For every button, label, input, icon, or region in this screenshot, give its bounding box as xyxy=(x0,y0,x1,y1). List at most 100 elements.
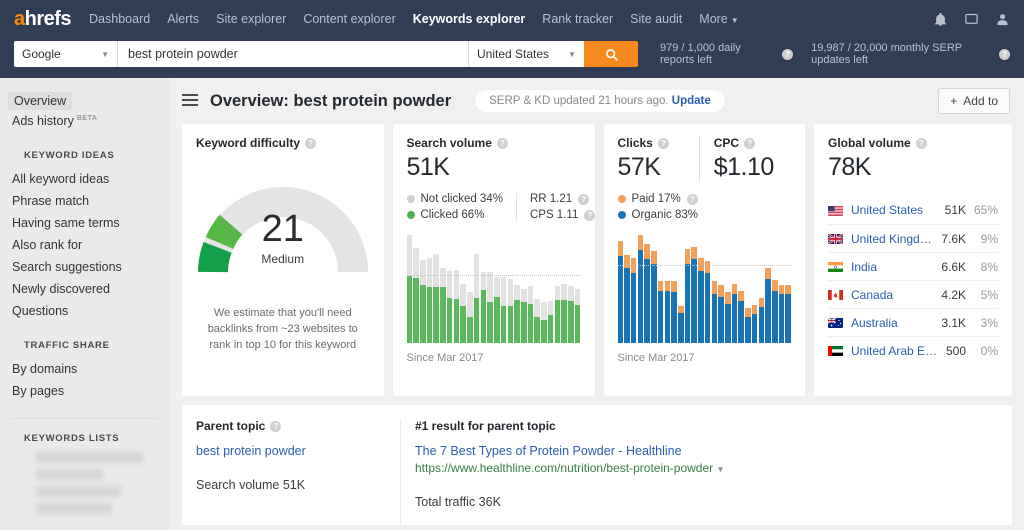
search-engine-select[interactable]: Google ▼ xyxy=(14,41,118,67)
search-volume-legend: Not clicked 34%Clicked 66% RR 1.21?CPS 1… xyxy=(407,193,581,221)
bar-segment-organic xyxy=(651,264,657,343)
help-icon[interactable]: ? xyxy=(658,138,669,149)
country-name[interactable]: Canada xyxy=(851,288,935,302)
add-to-button[interactable]: + Add to xyxy=(938,88,1010,114)
chart-bar xyxy=(624,255,630,343)
help-icon[interactable]: ? xyxy=(999,49,1010,60)
sidebar-item-ads-history[interactable]: Ads historyBETA xyxy=(0,110,170,132)
sidebar-item-overview[interactable]: Overview xyxy=(8,92,72,110)
serp-update-link[interactable]: Update xyxy=(672,95,711,107)
bar-segment-not clicked xyxy=(528,286,534,304)
help-icon[interactable]: ? xyxy=(497,138,508,149)
bar-segment-not clicked xyxy=(413,248,419,278)
sidebar-item-search-suggestions[interactable]: Search suggestions xyxy=(0,256,170,278)
help-icon[interactable]: ? xyxy=(916,138,927,149)
chart-bar xyxy=(521,289,527,343)
country-name[interactable]: India xyxy=(851,260,935,274)
nav-link-content-explorer[interactable]: Content explorer xyxy=(303,12,395,26)
help-icon[interactable]: ? xyxy=(270,421,281,432)
help-icon[interactable]: ? xyxy=(305,138,316,149)
parent-topic-link[interactable]: best protein powder xyxy=(196,444,386,458)
bar-segment-paid xyxy=(765,268,771,280)
country-volume: 7.6K xyxy=(941,232,966,246)
chat-icon[interactable] xyxy=(964,12,979,27)
bar-segment-organic xyxy=(678,313,684,343)
bar-segment-clicked xyxy=(575,305,581,343)
user-icon[interactable] xyxy=(995,12,1010,27)
country-select[interactable]: United States ▼ xyxy=(468,41,584,67)
keyword-difficulty-card: Keyword difficulty ? 21 Medium We estima… xyxy=(182,124,384,396)
country-row[interactable]: Australia3.1K3% xyxy=(828,308,998,336)
keyword-input[interactable] xyxy=(118,41,468,67)
bar-segment-not clicked xyxy=(407,235,413,276)
nav-link-more[interactable]: More▼ xyxy=(699,12,738,26)
sv-title-text: Search volume xyxy=(407,136,492,150)
nav-link-keywords-explorer[interactable]: Keywords explorer xyxy=(413,12,526,26)
country-row[interactable]: United Kingdom 7.6K9% xyxy=(828,224,998,252)
logo-a-letter: a xyxy=(14,8,25,30)
top-result-url[interactable]: https://www.healthline.com/nutrition/bes… xyxy=(415,461,998,475)
search-button[interactable] xyxy=(584,41,638,67)
help-icon[interactable]: ? xyxy=(584,210,595,221)
cpc-title: CPC ? xyxy=(714,136,791,150)
bar-segment-clicked xyxy=(427,287,433,343)
chart-bar xyxy=(732,284,738,343)
country-row[interactable]: Canada4.2K5% xyxy=(828,280,998,308)
chart-bar xyxy=(454,270,460,343)
sidebar-item-by-pages[interactable]: By pages xyxy=(0,380,170,402)
country-row[interactable]: United States 51K65% xyxy=(828,196,998,224)
sv-reference-line xyxy=(407,275,581,276)
help-icon[interactable]: ? xyxy=(578,194,589,205)
bell-icon[interactable] xyxy=(933,12,948,27)
country-percent: 65% xyxy=(966,203,998,217)
global-volume-card: Global volume ? 78K United States51K65%U… xyxy=(814,124,1012,396)
chart-bar xyxy=(718,285,724,343)
nav-link-site-audit[interactable]: Site audit xyxy=(630,12,682,26)
nav-link-site-explorer[interactable]: Site explorer xyxy=(216,12,286,26)
help-icon[interactable]: ? xyxy=(687,194,698,205)
country-name[interactable]: United Arab Em… xyxy=(851,344,940,358)
country-name[interactable]: United Kingdom xyxy=(851,232,935,246)
chart-bar xyxy=(745,308,751,343)
chart-bar xyxy=(691,247,697,343)
legend-dot-icon xyxy=(618,211,626,219)
bar-segment-clicked xyxy=(555,300,561,343)
help-icon[interactable]: ? xyxy=(744,138,755,149)
sidebar-item-having-same-terms[interactable]: Having same terms xyxy=(0,212,170,234)
sidebar-item-questions[interactable]: Questions xyxy=(0,300,170,322)
cpc-col: CPC ? $1.10 xyxy=(699,136,791,182)
nav-link-alerts[interactable]: Alerts xyxy=(167,12,199,26)
country-volume: 6.6K xyxy=(941,260,966,274)
country-name[interactable]: United States xyxy=(851,203,939,217)
country-row[interactable]: India6.6K8% xyxy=(828,252,998,280)
country-volume: 51K xyxy=(945,203,966,217)
sidebar-item-newly-discovered[interactable]: Newly discovered xyxy=(0,278,170,300)
ahrefs-logo[interactable]: ahrefs xyxy=(14,8,71,31)
bar-segment-organic xyxy=(759,307,765,343)
country-row[interactable]: United Arab Em…5000% xyxy=(828,336,998,364)
bar-segment-paid xyxy=(759,298,765,307)
top-result-link[interactable]: The 7 Best Types of Protein Powder - Hea… xyxy=(415,444,998,458)
nav-links: Dashboard Alerts Site explorer Content expl… xyxy=(89,12,933,26)
top-result-traffic: Total traffic 36K xyxy=(415,495,998,509)
menu-toggle-icon[interactable] xyxy=(182,94,198,109)
country-percent: 9% xyxy=(966,232,998,246)
help-icon[interactable]: ? xyxy=(782,49,793,60)
country-name[interactable]: Australia xyxy=(851,316,935,330)
chart-bar xyxy=(665,281,671,343)
nav-link-dashboard[interactable]: Dashboard xyxy=(89,12,150,26)
bar-segment-organic xyxy=(725,304,731,343)
sidebar-item-by-domains[interactable]: By domains xyxy=(0,358,170,380)
parent-topic-title: Parent topic ? xyxy=(196,419,386,433)
bar-segment-not clicked xyxy=(474,254,480,297)
sidebar-item-phrase-match[interactable]: Phrase match xyxy=(0,190,170,212)
bar-segment-paid xyxy=(718,285,724,297)
sidebar-item-also-rank-for[interactable]: Also rank for xyxy=(0,234,170,256)
sidebar-item-all-keyword-ideas[interactable]: All keyword ideas xyxy=(0,168,170,190)
chart-bar xyxy=(501,277,507,343)
chevron-down-icon[interactable]: ▼ xyxy=(717,465,725,474)
chart-bar xyxy=(658,281,664,343)
bar-segment-paid xyxy=(685,249,691,264)
nav-link-rank-tracker[interactable]: Rank tracker xyxy=(542,12,613,26)
chart-bar xyxy=(765,268,771,343)
